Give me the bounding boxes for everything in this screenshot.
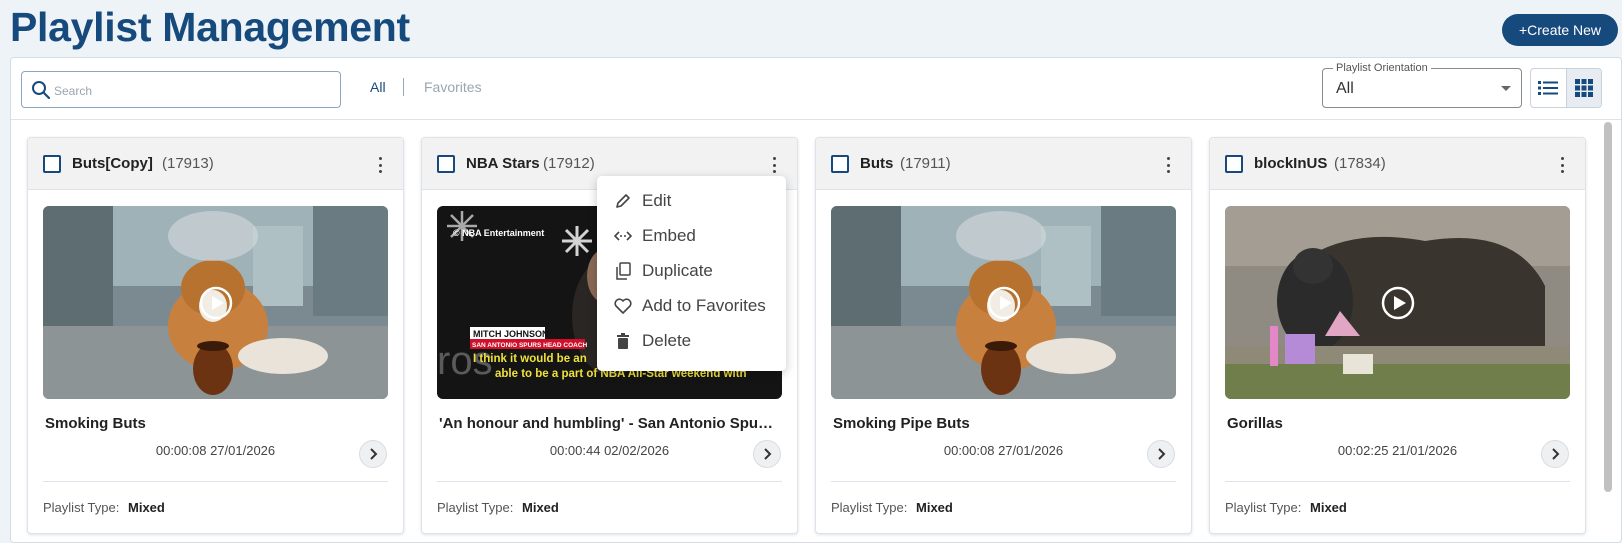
video-thumbnail[interactable]	[43, 206, 388, 399]
video-thumbnail[interactable]	[1225, 206, 1570, 399]
playlist-card[interactable]: blockInUS (17834) Gorillas 00:02:25 21/0…	[1209, 137, 1586, 534]
filter-separator	[403, 78, 404, 96]
grid-view-icon	[1574, 79, 1593, 97]
orientation-select[interactable]: Playlist Orientation All	[1322, 62, 1522, 108]
video-meta: 00:00:08 27/01/2026	[155, 443, 276, 458]
card-header: Buts[Copy] (17913)	[28, 138, 403, 190]
filter-favorites-tab[interactable]: Favorites	[424, 79, 482, 95]
menu-item-label: Edit	[642, 191, 672, 210]
play-icon[interactable]	[199, 286, 233, 320]
playlist-type-value: Mixed	[522, 500, 559, 515]
search-input[interactable]	[54, 81, 334, 101]
menu-item-edit[interactable]: Edit	[597, 184, 786, 218]
more-vertical-icon[interactable]	[375, 155, 385, 175]
grid-view-button[interactable]	[1565, 69, 1601, 107]
card-header: Buts (17911)	[816, 138, 1191, 190]
playlist-card[interactable]: Buts (17911) Smoking Pipe Buts 00:00:08 …	[815, 137, 1192, 534]
more-vertical-icon[interactable]	[769, 155, 779, 175]
video-thumbnail[interactable]	[831, 206, 1176, 399]
card-id: (17834)	[1334, 155, 1386, 172]
card-id: (17911)	[900, 155, 951, 172]
card-divider	[831, 481, 1176, 482]
video-title: Smoking Pipe Buts	[833, 415, 970, 432]
chevron-right-icon	[764, 448, 772, 460]
search-icon	[32, 81, 51, 100]
menu-item-embed[interactable]: Embed	[597, 219, 786, 253]
playlist-type-value: Mixed	[916, 500, 953, 515]
page-title: Playlist Management	[10, 4, 410, 50]
card-divider	[43, 481, 388, 482]
card-name: Buts[Copy]	[72, 155, 153, 172]
playlist-type-label: Playlist Type:	[43, 500, 120, 515]
embed-icon	[614, 227, 632, 245]
card-id: (17912)	[543, 155, 595, 172]
chevron-right-icon	[370, 448, 378, 460]
video-title: Gorillas	[1227, 415, 1283, 432]
heart-icon	[614, 297, 632, 315]
playlist-type-value: Mixed	[128, 500, 165, 515]
filter-all-tab[interactable]: All	[370, 79, 386, 95]
next-button[interactable]	[1541, 440, 1569, 468]
card-name: NBA Stars	[466, 155, 540, 172]
playlist-type-label: Playlist Type:	[1225, 500, 1302, 515]
menu-item-duplicate[interactable]: Duplicate	[597, 254, 786, 288]
nba-brand-text: © NBA Entertainment	[453, 228, 544, 238]
chevron-right-icon	[1158, 448, 1166, 460]
next-button[interactable]	[1147, 440, 1175, 468]
card-divider	[437, 481, 782, 482]
card-checkbox[interactable]	[1225, 155, 1243, 173]
create-new-button[interactable]: +Create New	[1502, 14, 1618, 46]
context-menu: Edit Embed Duplicate Add to Favorites De…	[597, 176, 786, 371]
card-checkbox[interactable]	[437, 155, 455, 173]
nba-name-tag: MITCH JOHNSON	[473, 329, 549, 339]
chevron-right-icon	[1552, 448, 1560, 460]
more-vertical-icon[interactable]	[1557, 155, 1567, 175]
playlist-panel: All Favorites Playlist Orientation All	[10, 57, 1622, 543]
orientation-value: All	[1336, 80, 1354, 97]
chevron-down-icon	[1501, 86, 1511, 91]
play-icon[interactable]	[987, 286, 1021, 320]
menu-item-label: Delete	[642, 331, 692, 350]
card-header: blockInUS (17834)	[1210, 138, 1585, 190]
video-meta: 00:02:25 21/01/2026	[1337, 443, 1458, 458]
video-title: Smoking Buts	[45, 415, 146, 432]
card-name: Buts	[860, 155, 894, 172]
playlist-type-label: Playlist Type:	[831, 500, 908, 515]
menu-item-label: Embed	[642, 226, 696, 245]
toolbar: All Favorites Playlist Orientation All	[11, 58, 1621, 120]
scrollbar[interactable]	[1603, 122, 1613, 542]
trash-icon	[614, 332, 632, 350]
card-id: (17913)	[162, 155, 214, 172]
video-title: 'An honour and humbling' - San Antonio S…	[439, 415, 775, 432]
card-divider	[1225, 481, 1570, 482]
video-meta: 00:00:44 02/02/2026	[549, 443, 670, 458]
view-toggle	[1530, 68, 1602, 108]
next-button[interactable]	[359, 440, 387, 468]
playlist-type-value: Mixed	[1310, 500, 1347, 515]
copy-icon	[614, 262, 632, 280]
search-box[interactable]	[21, 71, 341, 108]
orientation-label: Playlist Orientation	[1333, 62, 1431, 74]
playlist-type-label: Playlist Type:	[437, 500, 514, 515]
menu-item-favorite[interactable]: Add to Favorites	[597, 289, 786, 323]
menu-item-label: Add to Favorites	[642, 296, 766, 315]
scrollbar-thumb[interactable]	[1604, 122, 1612, 492]
nba-caption-1: I think it would be an	[473, 353, 587, 365]
menu-item-delete[interactable]: Delete	[597, 324, 786, 358]
card-checkbox[interactable]	[43, 155, 61, 173]
play-icon[interactable]	[1381, 286, 1415, 320]
next-button[interactable]	[753, 440, 781, 468]
menu-item-label: Duplicate	[642, 261, 713, 280]
pencil-icon	[614, 192, 632, 210]
list-view-icon	[1538, 81, 1559, 95]
list-view-button[interactable]	[1531, 69, 1566, 107]
more-vertical-icon[interactable]	[1163, 155, 1173, 175]
card-name: blockInUS	[1254, 155, 1328, 172]
playlist-card[interactable]: Buts[Copy] (17913) Smoking Buts 00:00:08…	[27, 137, 404, 534]
video-meta: 00:00:08 27/01/2026	[943, 443, 1064, 458]
card-checkbox[interactable]	[831, 155, 849, 173]
